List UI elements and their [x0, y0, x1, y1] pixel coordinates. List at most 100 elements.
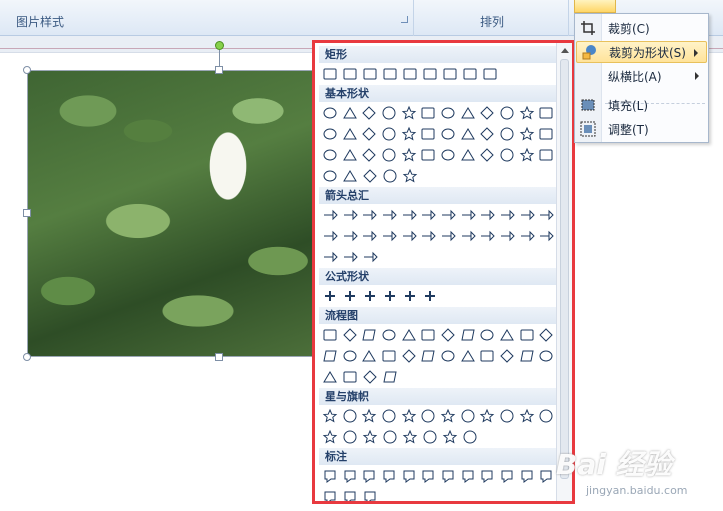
- shape-option[interactable]: [360, 125, 378, 143]
- shape-option[interactable]: [518, 407, 536, 425]
- shape-option[interactable]: [498, 227, 516, 245]
- shape-option[interactable]: [498, 407, 516, 425]
- menu-item-fit[interactable]: 调整(T): [576, 118, 707, 140]
- shape-option[interactable]: [419, 146, 437, 164]
- shape-option[interactable]: [341, 368, 359, 386]
- shape-option[interactable]: [419, 206, 437, 224]
- shape-option[interactable]: [341, 407, 359, 425]
- shape-option[interactable]: [498, 206, 516, 224]
- shape-option[interactable]: [400, 227, 418, 245]
- shape-option[interactable]: [459, 125, 477, 143]
- shape-option[interactable]: [341, 248, 359, 266]
- shape-option[interactable]: [498, 146, 516, 164]
- shape-option[interactable]: [478, 407, 496, 425]
- shape-option[interactable]: [537, 326, 555, 344]
- shape-option[interactable]: [481, 65, 499, 83]
- shape-option[interactable]: [321, 287, 339, 305]
- shape-option[interactable]: [361, 287, 379, 305]
- shape-option[interactable]: [459, 146, 477, 164]
- shape-option[interactable]: [341, 287, 359, 305]
- shape-option[interactable]: [419, 407, 437, 425]
- shape-option[interactable]: [421, 428, 439, 446]
- shape-option[interactable]: [380, 467, 398, 485]
- shape-option[interactable]: [380, 407, 398, 425]
- shape-option[interactable]: [321, 428, 339, 446]
- shape-option[interactable]: [360, 326, 378, 344]
- shape-option[interactable]: [459, 467, 477, 485]
- shape-option[interactable]: [341, 326, 359, 344]
- shape-option[interactable]: [518, 125, 536, 143]
- shape-option[interactable]: [341, 227, 359, 245]
- shape-option[interactable]: [459, 326, 477, 344]
- shape-option[interactable]: [518, 326, 536, 344]
- shape-option[interactable]: [321, 368, 339, 386]
- shape-option[interactable]: [361, 65, 379, 83]
- shape-option[interactable]: [518, 104, 536, 122]
- shape-option[interactable]: [361, 368, 379, 386]
- shape-option[interactable]: [419, 104, 437, 122]
- shape-option[interactable]: [518, 347, 536, 365]
- shape-option[interactable]: [360, 146, 378, 164]
- shape-option[interactable]: [321, 167, 339, 185]
- resize-handle-top[interactable]: [215, 66, 223, 74]
- shape-option[interactable]: [439, 146, 457, 164]
- shape-option[interactable]: [341, 125, 359, 143]
- shape-option[interactable]: [421, 65, 439, 83]
- shape-option[interactable]: [400, 125, 418, 143]
- shape-option[interactable]: [478, 206, 496, 224]
- shape-option[interactable]: [380, 125, 398, 143]
- shape-option[interactable]: [381, 428, 399, 446]
- shape-option[interactable]: [400, 104, 418, 122]
- shape-option[interactable]: [478, 104, 496, 122]
- menu-item-crop-to-shape[interactable]: 裁剪为形状(S): [576, 41, 707, 63]
- shape-option[interactable]: [498, 326, 516, 344]
- shape-option[interactable]: [380, 104, 398, 122]
- shape-option[interactable]: [478, 146, 496, 164]
- resize-handle-bottom-left[interactable]: [23, 353, 31, 361]
- shape-option[interactable]: [461, 65, 479, 83]
- shape-option[interactable]: [439, 104, 457, 122]
- shape-option[interactable]: [341, 428, 359, 446]
- dialog-launcher-icon[interactable]: [401, 16, 408, 23]
- shape-option[interactable]: [498, 347, 516, 365]
- shape-option[interactable]: [381, 368, 399, 386]
- shape-option[interactable]: [321, 248, 339, 266]
- shape-option[interactable]: [518, 227, 536, 245]
- shape-option[interactable]: [459, 227, 477, 245]
- shape-option[interactable]: [439, 326, 457, 344]
- menu-item-crop[interactable]: 裁剪(C): [576, 17, 707, 39]
- shape-option[interactable]: [439, 227, 457, 245]
- scroll-thumb[interactable]: [560, 59, 569, 479]
- shape-option[interactable]: [439, 347, 457, 365]
- shape-option[interactable]: [341, 347, 359, 365]
- shape-option[interactable]: [360, 206, 378, 224]
- shape-option[interactable]: [419, 467, 437, 485]
- shape-option[interactable]: [537, 467, 555, 485]
- shape-option[interactable]: [518, 146, 536, 164]
- shape-option[interactable]: [537, 125, 555, 143]
- shape-option[interactable]: [498, 104, 516, 122]
- shape-option[interactable]: [537, 146, 555, 164]
- shape-option[interactable]: [400, 146, 418, 164]
- shape-option[interactable]: [400, 326, 418, 344]
- shape-option[interactable]: [498, 125, 516, 143]
- shape-option[interactable]: [537, 407, 555, 425]
- shape-option[interactable]: [401, 428, 419, 446]
- shape-option[interactable]: [478, 326, 496, 344]
- shape-option[interactable]: [419, 347, 437, 365]
- shape-option[interactable]: [498, 467, 516, 485]
- shape-option[interactable]: [478, 125, 496, 143]
- shape-option[interactable]: [321, 206, 339, 224]
- shape-option[interactable]: [419, 125, 437, 143]
- shape-option[interactable]: [401, 65, 419, 83]
- shape-option[interactable]: [360, 407, 378, 425]
- shape-option[interactable]: [360, 104, 378, 122]
- shape-option[interactable]: [439, 206, 457, 224]
- shape-option[interactable]: [537, 104, 555, 122]
- shape-option[interactable]: [419, 326, 437, 344]
- gallery-scrollbar[interactable]: [556, 43, 572, 501]
- shape-option[interactable]: [400, 347, 418, 365]
- shape-option[interactable]: [400, 206, 418, 224]
- shape-option[interactable]: [381, 287, 399, 305]
- shape-option[interactable]: [459, 347, 477, 365]
